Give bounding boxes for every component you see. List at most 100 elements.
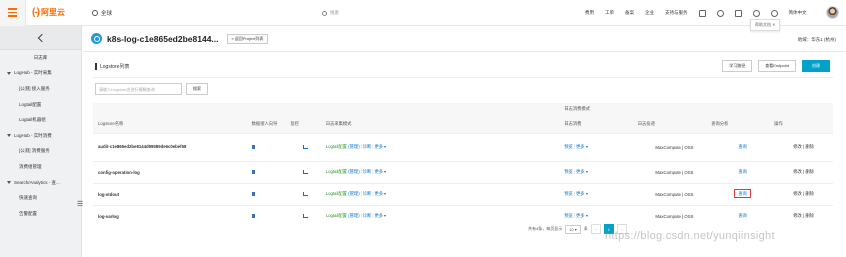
nav-link-ticket[interactable]: 工单 <box>605 10 614 16</box>
logstore-name[interactable]: config-operation-log <box>93 160 234 183</box>
globe-lang-icon[interactable] <box>770 9 778 17</box>
logtail-config-link[interactable]: Logtail配置 <box>326 169 347 174</box>
language-switch[interactable]: 简体中文 <box>789 10 807 16</box>
logtail-config-link[interactable]: Logtail配置 <box>326 213 347 218</box>
more-dropdown[interactable]: 更多 <box>576 144 588 149</box>
sidebar-collapse-button[interactable] <box>0 26 81 50</box>
query-link[interactable]: 查询 <box>738 213 747 218</box>
create-logstore-button[interactable]: 创建 <box>802 60 830 72</box>
region-label: 全球 <box>101 10 113 17</box>
logstore-search-input[interactable]: 请输入Logstore名进行模糊查询 <box>95 83 182 95</box>
sidebar-item-consumer-groups[interactable]: 消费组管理 <box>0 159 81 175</box>
query-link-highlighted[interactable]: 查询 <box>734 189 751 198</box>
manage-link[interactable]: 管理 <box>350 213 359 218</box>
sidebar-item-label: LogHub - 实时采集 <box>14 70 52 76</box>
region-selector[interactable]: 全球 <box>92 9 112 17</box>
sidebar-item-logtail-config[interactable]: Logtail配置 <box>0 97 81 113</box>
more-dropdown[interactable]: 更多 <box>374 169 387 174</box>
terminal-icon[interactable] <box>698 9 706 17</box>
monitor-chart-icon[interactable] <box>302 144 308 149</box>
filter-bar: 请输入Logstore名进行模糊查询 搜索 <box>95 83 208 95</box>
prev-page-button[interactable]: ‹ <box>590 224 601 234</box>
sidebar-item-alert-config[interactable]: 告警配置 <box>0 206 81 222</box>
chevron-left-icon <box>37 33 47 42</box>
col-header-monitor: 监控 <box>290 115 320 133</box>
sidebar-group-loghub-consume[interactable]: LogHub - 实时消费 <box>0 128 81 144</box>
data-import-icon[interactable] <box>251 169 255 174</box>
manage-link[interactable]: 管理 <box>350 144 359 149</box>
table-group-header-row: 日志消费模式 <box>93 103 833 115</box>
shipping-links[interactable]: MaxCompute | OSS <box>637 160 712 183</box>
shipping-links[interactable]: MaxCompute | OSS <box>637 182 712 205</box>
back-to-projects-button[interactable]: « 返回Project列表 <box>226 33 269 44</box>
preview-link[interactable]: 预览 <box>564 169 573 174</box>
nav-link-billing[interactable]: 费用 <box>585 10 594 16</box>
global-search[interactable]: 搜索 <box>322 8 522 18</box>
data-import-icon[interactable] <box>251 191 255 196</box>
data-import-icon[interactable] <box>251 144 255 149</box>
more-dropdown[interactable]: 更多 <box>576 169 588 174</box>
nav-link-support[interactable]: 支持与服务 <box>665 10 688 16</box>
logstore-name[interactable]: log-stdout <box>93 182 234 205</box>
nav-link-enterprise[interactable]: 企业 <box>645 10 654 16</box>
sidebar-item-access-service[interactable]: [公测] 接入服务 <box>0 81 81 97</box>
preview-link[interactable]: 预览 <box>564 144 573 149</box>
more-dropdown[interactable]: 更多 <box>374 213 387 218</box>
logtail-config-link[interactable]: Logtail配置 <box>326 144 347 149</box>
menu-icon[interactable] <box>0 0 26 26</box>
monitor-chart-icon[interactable] <box>302 213 308 218</box>
aliyun-logo[interactable]: (-) 阿里云 <box>32 7 65 18</box>
help-tooltip: 帮助文档 ✕ <box>750 19 781 31</box>
monitor-chart-icon[interactable] <box>302 169 308 174</box>
more-dropdown[interactable]: 更多 <box>576 213 588 218</box>
preview-link[interactable]: 预览 <box>564 191 573 196</box>
sidebar-item-label: [公测] 接入服务 <box>19 85 50 91</box>
sidebar-item-label: 快速查询 <box>19 195 37 201</box>
user-avatar[interactable] <box>826 6 839 19</box>
learning-path-button[interactable]: 学习路径 <box>722 60 753 72</box>
panel-title: Logstore列表 <box>95 63 129 70</box>
logstore-name[interactable]: audit-c1e865ed2be8144d99589de6c0ebef58 <box>93 132 234 161</box>
sidebar-item-logstores[interactable]: 日志库 <box>0 50 81 66</box>
shipping-links[interactable]: MaxCompute | OSS <box>637 204 712 227</box>
sidebar-group-search-analytics[interactable]: Search/Analytics - 查... <box>0 175 81 191</box>
more-label: 更多 <box>374 191 384 196</box>
view-endpoint-button[interactable]: 查看Endpoint <box>758 60 796 72</box>
shipping-links[interactable]: MaxCompute | OSS <box>637 132 712 161</box>
data-import-icon[interactable] <box>251 213 255 218</box>
more-label: 更多 <box>575 213 585 219</box>
monitor-chart-icon[interactable] <box>302 191 308 196</box>
caret-down-icon <box>585 192 588 195</box>
sidebar-group-loghub-collect[interactable]: LogHub - 实时采集 <box>0 66 81 82</box>
sidebar-item-machine-group[interactable]: Logtail机器组 <box>0 112 81 128</box>
caret-down-icon <box>7 181 11 185</box>
more-dropdown[interactable]: 更多 <box>576 191 588 196</box>
preview-link[interactable]: 预览 <box>564 213 573 218</box>
table-row: log-varlog Logtail配置 (管理)|诊断|更多 预览|更多 Ma… <box>93 204 833 227</box>
cart-icon[interactable] <box>734 9 742 17</box>
manage-link[interactable]: 管理 <box>350 191 359 196</box>
more-dropdown[interactable]: 更多 <box>374 144 387 149</box>
manage-link[interactable]: 管理 <box>350 169 359 174</box>
more-dropdown[interactable]: 更多 <box>374 191 387 196</box>
search-button[interactable]: 搜索 <box>186 83 208 95</box>
query-link[interactable]: 查询 <box>738 144 747 149</box>
row-ops-links[interactable]: 修改 | 删除 <box>774 132 833 161</box>
sidebar-item-label: Logtail机器组 <box>19 117 46 123</box>
row-ops-links[interactable]: 修改 | 删除 <box>774 182 833 205</box>
row-ops-links[interactable]: 修改 | 删除 <box>774 160 833 183</box>
nav-link-icp[interactable]: 备案 <box>625 10 634 16</box>
query-link[interactable]: 查询 <box>738 169 747 174</box>
bell-icon[interactable] <box>716 9 724 17</box>
sidebar-item-label: [公测] 消费服务 <box>19 148 50 154</box>
sidebar-drag-handle[interactable]: ☰ <box>77 200 83 208</box>
page-size-select[interactable]: 10 ▾ <box>565 224 581 234</box>
row-ops-links[interactable]: 修改 | 删除 <box>774 204 833 227</box>
logstore-name[interactable]: log-varlog <box>93 204 234 227</box>
sidebar-item-quick-query[interactable]: 快速查询 <box>0 190 81 206</box>
sidebar-item-consume-service[interactable]: [公测] 消费服务 <box>0 144 81 160</box>
table-header-row: Logstore名称 数据接入向导 监控 日志采集模式 日志消费 日志投递 查询… <box>93 115 833 133</box>
col-header-mode: 日志采集模式 <box>319 115 565 133</box>
help-icon[interactable] <box>752 9 760 17</box>
logtail-config-link[interactable]: Logtail配置 <box>326 191 347 196</box>
